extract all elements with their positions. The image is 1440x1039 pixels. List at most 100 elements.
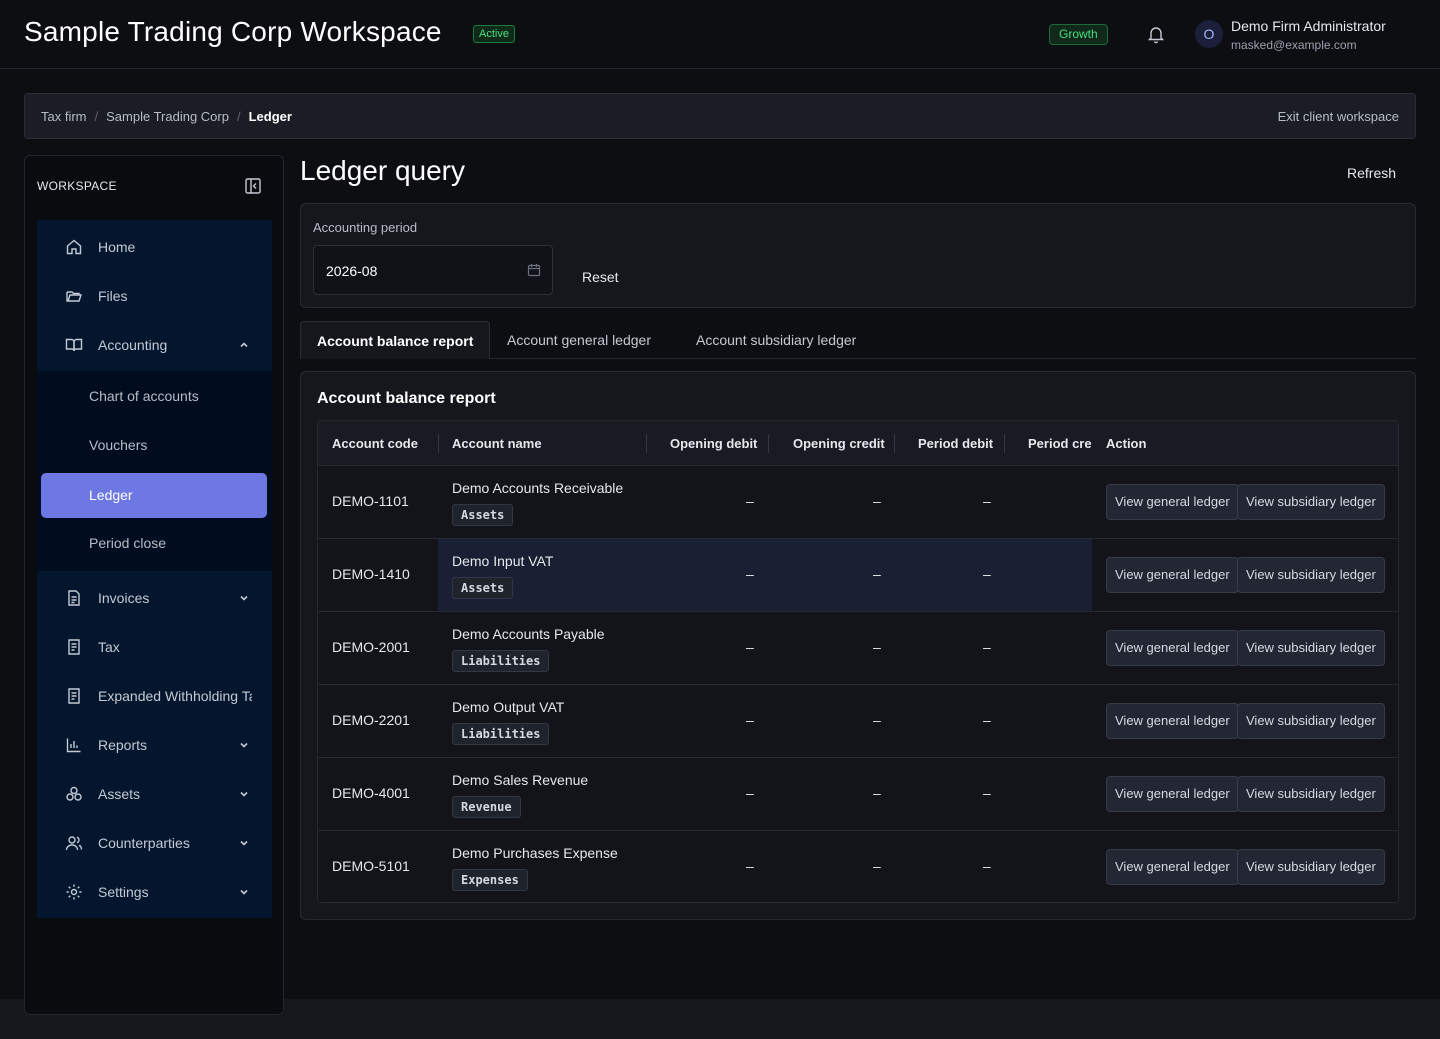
opening-credit: – xyxy=(873,712,881,728)
col-period-debit[interactable]: Period debit xyxy=(918,421,1008,466)
table-row: DEMO-2001 Demo Accounts Payable Liabilit… xyxy=(318,612,1398,685)
account-name: Demo Purchases Expense xyxy=(452,845,618,861)
sidebar-item-label: Vouchers xyxy=(89,437,148,453)
view-general-ledger-button[interactable]: View general ledger xyxy=(1106,703,1239,739)
calendar-icon xyxy=(527,263,541,277)
col-action: Action xyxy=(1106,436,1147,451)
opening-debit: – xyxy=(746,785,754,801)
opening-debit: – xyxy=(746,566,754,582)
period-label: Accounting period xyxy=(313,220,418,235)
exit-workspace-link[interactable]: Exit client workspace xyxy=(1278,109,1399,124)
sidebar-item-chart-of-accounts[interactable]: Chart of accounts xyxy=(37,374,272,419)
sidebar-nav: Home Files Accounting Chart of accounts xyxy=(37,220,272,918)
view-subsidiary-ledger-button[interactable]: View subsidiary ledger xyxy=(1237,849,1385,885)
reset-button[interactable]: Reset xyxy=(582,269,619,285)
sidebar-item-label: Files xyxy=(98,287,128,304)
sidebar-item-label: Reports xyxy=(98,736,148,753)
col-account-code[interactable]: Account code xyxy=(332,421,432,466)
tab-account-balance-report[interactable]: Account balance report xyxy=(300,321,491,359)
chevron-up-icon xyxy=(237,338,251,352)
view-general-ledger-button[interactable]: View general ledger xyxy=(1106,630,1239,666)
account-code: DEMO-5101 xyxy=(332,858,410,874)
view-subsidiary-ledger-button[interactable]: View subsidiary ledger xyxy=(1237,776,1385,812)
breadcrumb-client[interactable]: Sample Trading Corp xyxy=(106,109,229,124)
view-subsidiary-ledger-button[interactable]: View subsidiary ledger xyxy=(1237,630,1385,666)
col-opening-credit[interactable]: Opening credit xyxy=(793,421,893,466)
sidebar-item-invoices[interactable]: Invoices xyxy=(37,573,272,622)
folder-icon xyxy=(65,287,83,305)
view-general-ledger-button[interactable]: View general ledger xyxy=(1106,484,1239,520)
sidebar-item-label: Expanded Withholding Tax xyxy=(98,687,252,704)
period-debit: – xyxy=(983,566,991,582)
opening-credit: – xyxy=(873,639,881,655)
sidebar-item-home[interactable]: Home xyxy=(37,222,272,271)
chevron-down-icon xyxy=(237,738,251,752)
category-tag: Revenue xyxy=(452,796,521,818)
period-debit: – xyxy=(983,639,991,655)
column-divider xyxy=(1004,434,1005,453)
col-account-name[interactable]: Account name xyxy=(452,421,632,466)
view-general-ledger-button[interactable]: View general ledger xyxy=(1106,776,1239,812)
account-code: DEMO-1101 xyxy=(332,493,409,509)
opening-debit: – xyxy=(746,712,754,728)
opening-credit: – xyxy=(873,785,881,801)
sidebar-item-period-close[interactable]: Period close xyxy=(37,521,272,566)
breadcrumb-current: Ledger xyxy=(248,109,292,124)
breadcrumb-tax-firm[interactable]: Tax firm xyxy=(41,109,87,124)
user-name[interactable]: Demo Firm Administrator xyxy=(1231,18,1386,34)
table-row: DEMO-1101 Demo Accounts Receivable Asset… xyxy=(318,466,1398,539)
account-code: DEMO-2001 xyxy=(332,639,410,655)
assets-icon xyxy=(65,785,83,803)
home-icon xyxy=(65,238,83,256)
category-tag: Expenses xyxy=(452,869,528,891)
workspace-title: Sample Trading Corp Workspace xyxy=(24,16,442,47)
chevron-down-icon xyxy=(237,885,251,899)
sidebar-item-files[interactable]: Files xyxy=(37,271,272,320)
sidebar-heading: WORKSPACE xyxy=(37,179,117,193)
avatar[interactable]: O xyxy=(1195,20,1223,48)
account-code: DEMO-1410 xyxy=(332,566,410,582)
sidebar-item-accounting[interactable]: Accounting xyxy=(37,320,272,369)
sidebar-item-assets[interactable]: Assets xyxy=(37,769,272,818)
sidebar-item-expanded-withholding[interactable]: Expanded Withholding Tax xyxy=(37,671,272,720)
col-opening-debit[interactable]: Opening debit xyxy=(670,421,770,466)
opening-debit: – xyxy=(746,639,754,655)
category-tag: Assets xyxy=(452,504,514,526)
account-name: Demo Input VAT xyxy=(452,553,554,569)
account-code: DEMO-4001 xyxy=(332,785,410,801)
opening-credit: – xyxy=(873,858,881,874)
opening-debit: – xyxy=(746,493,754,509)
view-subsidiary-ledger-button[interactable]: View subsidiary ledger xyxy=(1237,703,1385,739)
col-period-credit[interactable]: Period credit xyxy=(1028,421,1092,466)
sidebar-item-label: Assets xyxy=(98,785,141,802)
sidebar-item-label: Accounting xyxy=(98,336,168,353)
sidebar-item-counterparties[interactable]: Counterparties xyxy=(37,818,272,867)
receipt-icon xyxy=(65,638,83,656)
column-divider xyxy=(438,434,439,453)
breadcrumb-bar: Tax firm / Sample Trading Corp / Ledger Exit… xyxy=(24,93,1416,139)
tab-account-general-ledger[interactable]: Account general ledger xyxy=(507,321,651,359)
gear-icon xyxy=(65,883,83,901)
sidebar-item-tax[interactable]: Tax xyxy=(37,622,272,671)
refresh-button[interactable]: Refresh xyxy=(1347,165,1396,181)
plan-badge: Growth xyxy=(1049,24,1108,45)
sidebar-item-ledger[interactable]: Ledger xyxy=(41,473,267,518)
collapse-sidebar-icon[interactable] xyxy=(244,177,262,195)
view-subsidiary-ledger-button[interactable]: View subsidiary ledger xyxy=(1237,484,1385,520)
category-tag: Liabilities xyxy=(452,650,550,672)
view-general-ledger-button[interactable]: View general ledger xyxy=(1106,849,1239,885)
tab-account-subsidiary-ledger[interactable]: Account subsidiary ledger xyxy=(696,321,856,359)
table-row: DEMO-1410 Demo Input VAT Assets – – – Vi… xyxy=(318,539,1398,612)
bell-icon[interactable] xyxy=(1146,24,1166,44)
period-debit: – xyxy=(983,785,991,801)
sidebar-item-settings[interactable]: Settings xyxy=(37,867,272,916)
report-panel: Account balance report Account code Acco… xyxy=(300,371,1416,920)
sidebar-item-label: Settings xyxy=(98,883,149,900)
account-name: Demo Accounts Receivable xyxy=(452,480,624,496)
view-subsidiary-ledger-button[interactable]: View subsidiary ledger xyxy=(1237,557,1385,593)
period-picker[interactable]: 2026-08 xyxy=(313,245,553,295)
view-general-ledger-button[interactable]: View general ledger xyxy=(1106,557,1239,593)
sidebar-item-vouchers[interactable]: Vouchers xyxy=(37,423,272,468)
sidebar-item-reports[interactable]: Reports xyxy=(37,720,272,769)
sidebar-item-label: Invoices xyxy=(98,589,150,606)
